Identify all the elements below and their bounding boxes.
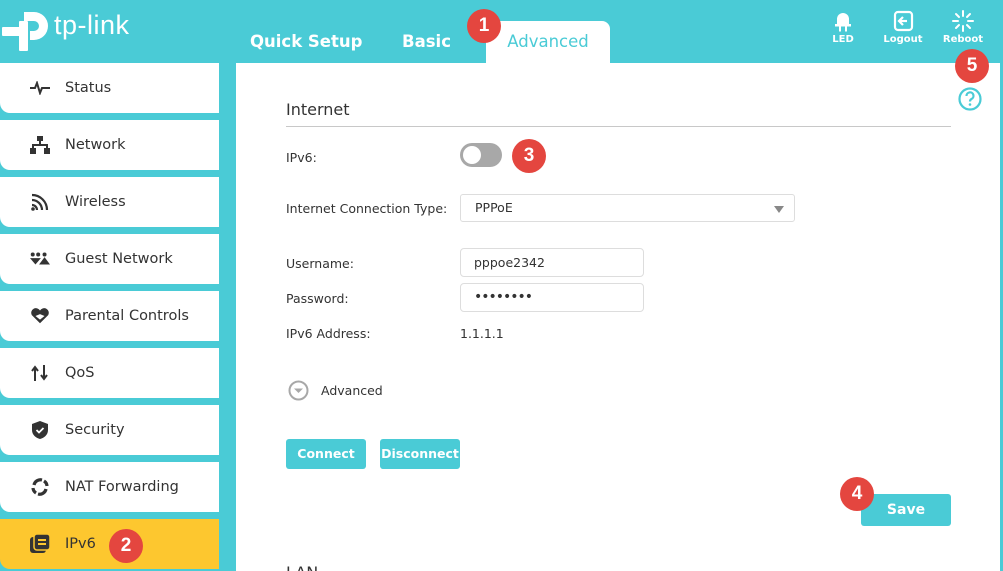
- sidebar-item-status[interactable]: Status: [0, 63, 219, 113]
- security-shield-icon: [30, 420, 50, 440]
- sidebar-item-label: Security: [65, 422, 125, 438]
- dropdown-arrow-icon: [774, 206, 784, 213]
- connection-type-label: Internet Connection Type:: [286, 201, 448, 216]
- network-icon: [30, 135, 50, 155]
- reboot-label: Reboot: [942, 34, 984, 45]
- section-title-internet: Internet: [286, 100, 350, 119]
- sidebar-item-label: Parental Controls: [65, 308, 189, 324]
- status-pulse-icon: [30, 78, 50, 98]
- connect-button[interactable]: Connect: [286, 439, 366, 469]
- username-label: Username:: [286, 256, 354, 271]
- sidebar-item-nat-forwarding[interactable]: NAT Forwarding: [0, 462, 219, 512]
- toggle-knob: [463, 146, 481, 164]
- password-input[interactable]: ••••••••: [460, 283, 644, 312]
- sidebar-item-label: Wireless: [65, 194, 126, 210]
- wireless-icon: [30, 192, 50, 212]
- section-title-lan: LAN: [286, 563, 318, 571]
- save-button[interactable]: Save: [861, 494, 951, 526]
- tab-quick-setup[interactable]: Quick Setup: [232, 21, 382, 63]
- logout-button[interactable]: Logout: [873, 10, 933, 45]
- sidebar-item-wireless[interactable]: Wireless: [0, 177, 219, 227]
- logout-icon: [893, 10, 914, 32]
- sidebar-item-security[interactable]: Security: [0, 405, 219, 455]
- sidebar-item-label: Status: [65, 80, 112, 96]
- brand-name: tp-link: [54, 9, 130, 40]
- sidebar-item-parental-controls[interactable]: Parental Controls: [0, 291, 219, 341]
- disconnect-button[interactable]: Disconnect: [380, 439, 460, 469]
- reboot-icon: [952, 10, 974, 32]
- reboot-button[interactable]: Reboot: [933, 10, 993, 45]
- led-icon: [835, 13, 851, 32]
- tab-advanced[interactable]: Advanced: [486, 21, 610, 63]
- main-panel: Internet IPv6: Internet Connection Type:…: [236, 63, 1000, 571]
- nat-forwarding-icon: [30, 477, 50, 497]
- tp-link-logo: tp-link: [2, 10, 130, 52]
- ipv6-address-value: 1.1.1.1: [460, 326, 504, 341]
- annotation-badge-3: 3: [512, 139, 546, 173]
- parental-controls-icon: [30, 306, 50, 326]
- sidebar-item-network[interactable]: Network: [0, 120, 219, 170]
- help-button[interactable]: [958, 87, 982, 115]
- sidebar-item-label: QoS: [65, 365, 95, 381]
- username-input[interactable]: pppoe2342: [460, 248, 644, 277]
- logout-label: Logout: [883, 34, 923, 45]
- sidebar-item-label: Network: [65, 137, 126, 153]
- sidebar-item-qos[interactable]: QoS: [0, 348, 219, 398]
- led-button[interactable]: LED: [813, 10, 873, 45]
- sidebar-menu: Status Network Wireless Guest Network Pa…: [0, 63, 219, 571]
- ipv6-icon: [30, 534, 50, 554]
- guest-network-icon: [30, 249, 50, 269]
- chevron-down-circle-icon: [288, 380, 309, 401]
- connection-type-select[interactable]: PPPoE: [460, 194, 795, 222]
- ipv6-address-label: IPv6 Address:: [286, 326, 371, 341]
- sidebar-item-guest-network[interactable]: Guest Network: [0, 234, 219, 284]
- sidebar-item-label: Guest Network: [65, 251, 173, 267]
- advanced-expand-toggle[interactable]: Advanced: [288, 380, 383, 401]
- sidebar-item-label: IPv6: [65, 536, 96, 552]
- annotation-badge-1: 1: [467, 9, 501, 43]
- ipv6-label: IPv6:: [286, 150, 317, 165]
- annotation-badge-2: 2: [109, 529, 143, 563]
- connection-type-value: PPPoE: [475, 200, 513, 215]
- header-actions: LED Logout Reboot: [813, 10, 993, 45]
- sidebar-item-label: NAT Forwarding: [65, 479, 179, 495]
- led-label: LED: [832, 34, 854, 45]
- qos-icon: [30, 363, 50, 383]
- advanced-label: Advanced: [321, 383, 383, 398]
- password-label: Password:: [286, 291, 349, 306]
- annotation-badge-4: 4: [840, 477, 874, 511]
- tp-link-logo-icon: [2, 12, 48, 51]
- top-nav-tabs: Quick Setup Basic Advanced: [232, 21, 610, 63]
- section-divider: [286, 126, 951, 127]
- help-question-icon: [958, 87, 982, 111]
- ipv6-toggle[interactable]: [460, 143, 502, 167]
- annotation-badge-5: 5: [955, 49, 989, 83]
